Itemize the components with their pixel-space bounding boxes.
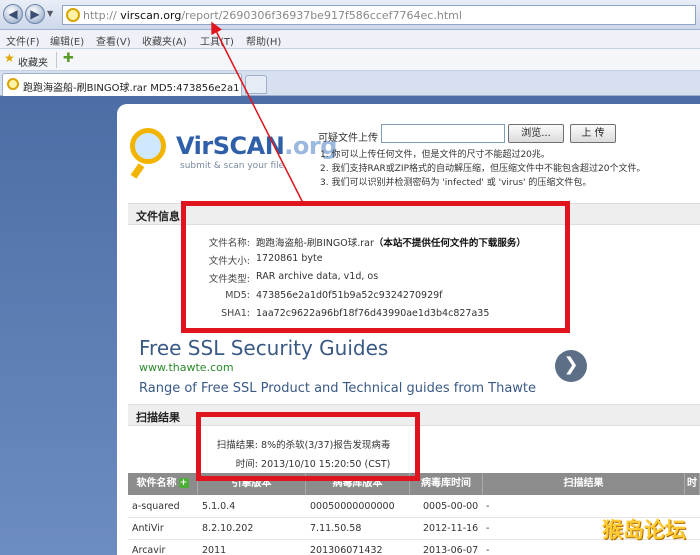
table-cell: 00050000000000: [310, 501, 395, 512]
divider: [56, 52, 57, 68]
table-cell: 2013-06-07: [423, 545, 479, 555]
upload-note: 3. 我们可以识别并检测密码为 'infected' 或 'virus' 的压缩…: [320, 178, 592, 188]
column-header[interactable]: 扫描结果: [483, 473, 685, 495]
menu-tools[interactable]: 工具(T): [200, 33, 234, 48]
upload-note: 1. 你可以上传任何文件，但是文件的尺寸不能超过20兆。: [320, 150, 550, 160]
table-cell: Arcavir: [132, 545, 166, 555]
magnifier-icon: [130, 128, 166, 164]
history-dropdown-icon[interactable]: ▼: [47, 9, 53, 18]
highlight-box-scan-result: [196, 412, 420, 481]
upload-notes: 1. 你可以上传任何文件，但是文件的尺寸不能超过20兆。 2. 我们支持RAR或…: [320, 148, 695, 190]
column-header[interactable]: 病毒库时间: [410, 473, 483, 495]
tab-favicon-icon: [7, 78, 19, 90]
watermark-url: BBS.HOUDAO.COM: [612, 540, 685, 548]
section-title: 扫描结果: [136, 411, 180, 424]
browse-button[interactable]: 浏览...: [508, 124, 564, 143]
table-cell: 2011: [202, 545, 227, 555]
expand-plus-icon[interactable]: +: [178, 478, 189, 488]
table-cell: 5.1.0.4: [202, 501, 236, 512]
favorites-star-icon[interactable]: ★: [4, 51, 15, 65]
table-cell: -: [486, 501, 490, 512]
upload-label: 可疑文件上传: [318, 133, 378, 144]
highlight-box-file-info: [181, 201, 570, 333]
table-cell: 0005-00-00: [423, 501, 479, 512]
address-bar[interactable]: http:// virscan.org/report/2690306f36937…: [62, 5, 696, 25]
ad-description[interactable]: Range of Free SSL Product and Technical …: [139, 381, 536, 396]
add-favorite-icon[interactable]: ✚: [63, 51, 74, 66]
back-button[interactable]: ◀: [3, 4, 23, 24]
forward-button[interactable]: ▶: [25, 4, 45, 24]
tab-active[interactable]: 跑跑海盗船-刷BINGO球.rar MD5:473856e2a1d0...: [2, 73, 242, 96]
menu-file[interactable]: 文件(F): [6, 33, 40, 48]
column-header[interactable]: 软件名称 +: [128, 473, 198, 495]
table-cell: -: [486, 523, 490, 534]
table-cell: 201306071432: [310, 545, 383, 555]
site-favicon-icon: [66, 8, 80, 22]
favorites-bar: ★ 收藏夹 ✚: [0, 49, 700, 71]
ad-url-link[interactable]: www.thawte.com: [139, 361, 234, 374]
section-title: 文件信息: [136, 210, 180, 223]
ad-title-link[interactable]: Free SSL Security Guides: [139, 336, 388, 360]
favorites-button[interactable]: 收藏夹: [18, 54, 48, 69]
table-cell: a-squared: [132, 501, 180, 512]
table-cell: 7.11.50.58: [310, 523, 362, 534]
file-path-input[interactable]: [381, 124, 505, 143]
table-cell: -: [486, 545, 490, 555]
new-tab-button[interactable]: [245, 75, 267, 94]
menu-view[interactable]: 查看(V): [96, 33, 131, 48]
menu-favorites[interactable]: 收藏夹(A): [142, 33, 187, 48]
column-header[interactable]: 时: [685, 473, 700, 495]
logo-tagline: submit & scan your file: [180, 161, 285, 171]
menu-help[interactable]: 帮助(H): [246, 33, 281, 48]
upload-note: 2. 我们支持RAR或ZIP格式的自动解压缩，但压缩文件中不能包含超过20个文件…: [320, 164, 646, 174]
address-url: http:// virscan.org/report/2690306f36937…: [83, 9, 462, 22]
browser-toolbar: ◀ ▶ ▼ http:// virscan.org/report/2690306…: [0, 0, 700, 30]
menu-bar: 文件(F) 编辑(E) 查看(V) 收藏夹(A) 工具(T) 帮助(H): [0, 30, 700, 49]
upload-button[interactable]: 上 传: [570, 124, 616, 143]
table-cell: 2012-11-16: [423, 523, 479, 534]
logo-wordmark: VirSCAN.org: [176, 132, 337, 160]
menu-edit[interactable]: 编辑(E): [50, 33, 84, 48]
ad-arrow-icon[interactable]: ❯: [555, 350, 587, 382]
table-cell: 8.2.10.202: [202, 523, 254, 534]
tab-title: 跑跑海盗船-刷BINGO球.rar MD5:473856e2a1d0...: [23, 83, 239, 94]
table-cell: AntiVir: [132, 523, 164, 534]
tab-bar: 跑跑海盗船-刷BINGO球.rar MD5:473856e2a1d0...: [0, 71, 700, 96]
